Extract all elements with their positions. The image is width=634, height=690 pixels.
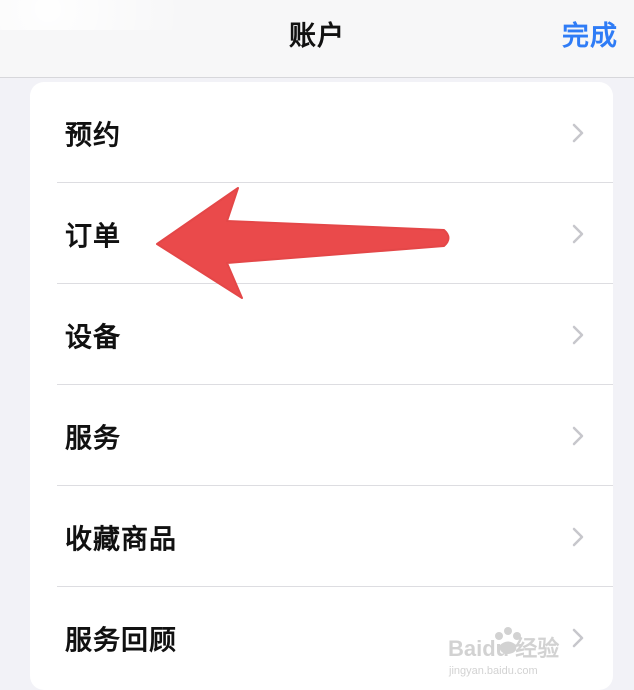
list-item-label: 订单 bbox=[65, 221, 121, 252]
list-item-label: 预约 bbox=[65, 120, 121, 151]
done-button[interactable]: 完成 bbox=[562, 14, 618, 53]
list-item-label: 服务 bbox=[65, 423, 121, 454]
page-title: 账户 bbox=[289, 21, 345, 52]
list-item-label: 设备 bbox=[65, 322, 121, 353]
list-item-label: 服务回顾 bbox=[65, 625, 177, 656]
list-item-appointments[interactable]: 预约 bbox=[30, 82, 613, 183]
chevron-right-icon bbox=[572, 224, 584, 243]
chevron-right-icon bbox=[572, 628, 584, 647]
list-item-label: 收藏商品 bbox=[65, 524, 177, 555]
chevron-right-icon bbox=[572, 426, 584, 445]
chevron-right-icon bbox=[572, 527, 584, 546]
navigation-bar: 账户 完成 bbox=[0, 0, 634, 78]
chevron-right-icon bbox=[572, 123, 584, 142]
list-item-saved-products[interactable]: 收藏商品 bbox=[30, 486, 613, 587]
list-item-devices[interactable]: 设备 bbox=[30, 284, 613, 385]
list-item-services[interactable]: 服务 bbox=[30, 385, 613, 486]
list-item-service-review[interactable]: 服务回顾 bbox=[30, 587, 613, 688]
account-screen: 账户 完成 预约 订单 设备 服务 收藏商品 服务回顾 Baidu 经验 jin… bbox=[0, 0, 634, 690]
chevron-right-icon bbox=[572, 325, 584, 344]
account-menu-list: 预约 订单 设备 服务 收藏商品 服务回顾 bbox=[30, 82, 613, 690]
list-item-orders[interactable]: 订单 bbox=[30, 183, 613, 284]
